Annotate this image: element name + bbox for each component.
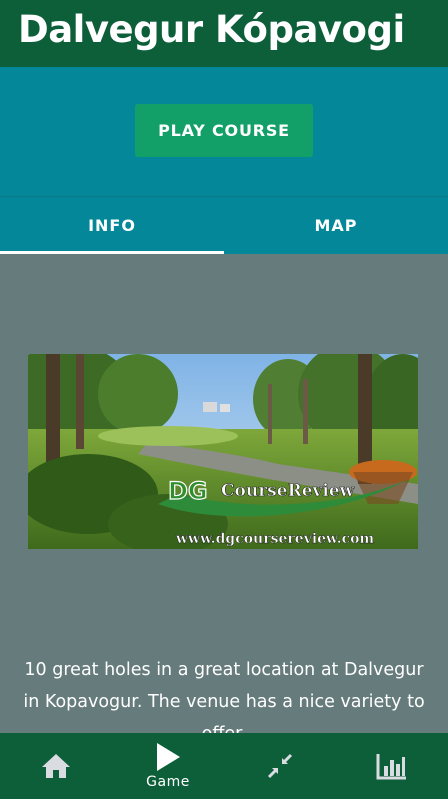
logo-url: www.dgcoursereview.com — [175, 531, 374, 547]
course-photo: DG CourseReview www.dgcoursereview.com — [28, 354, 418, 549]
logo-text: CourseReview — [221, 481, 355, 501]
info-content: DG CourseReview www.dgcoursereview.com 1… — [0, 254, 448, 733]
tab-map[interactable]: MAP — [224, 197, 448, 254]
tab-info[interactable]: INFO — [0, 197, 224, 254]
logo-dg: DG — [168, 477, 208, 505]
title-bar: Dalvegur Kópavogi — [0, 0, 448, 67]
bar-chart-icon — [376, 754, 406, 780]
course-photo-svg: DG CourseReview www.dgcoursereview.com — [28, 354, 418, 549]
bottom-nav: Game — [0, 733, 448, 799]
nav-stats[interactable] — [336, 733, 448, 799]
play-icon — [157, 743, 180, 771]
home-icon — [42, 754, 70, 778]
nav-compress[interactable] — [224, 733, 336, 799]
nav-game[interactable]: Game — [112, 733, 224, 799]
compress-icon — [267, 753, 293, 779]
play-course-button[interactable]: PLAY COURSE — [135, 104, 313, 157]
nav-game-label: Game — [146, 774, 190, 790]
tab-bar: INFO MAP — [0, 196, 448, 254]
play-area: PLAY COURSE — [0, 67, 448, 196]
nav-home[interactable] — [0, 733, 112, 799]
tab-info-label: INFO — [88, 216, 136, 235]
course-description: 10 great holes in a great location at Da… — [23, 660, 425, 733]
tab-map-label: MAP — [314, 216, 358, 235]
course-title: Dalvegur Kópavogi — [18, 8, 405, 51]
